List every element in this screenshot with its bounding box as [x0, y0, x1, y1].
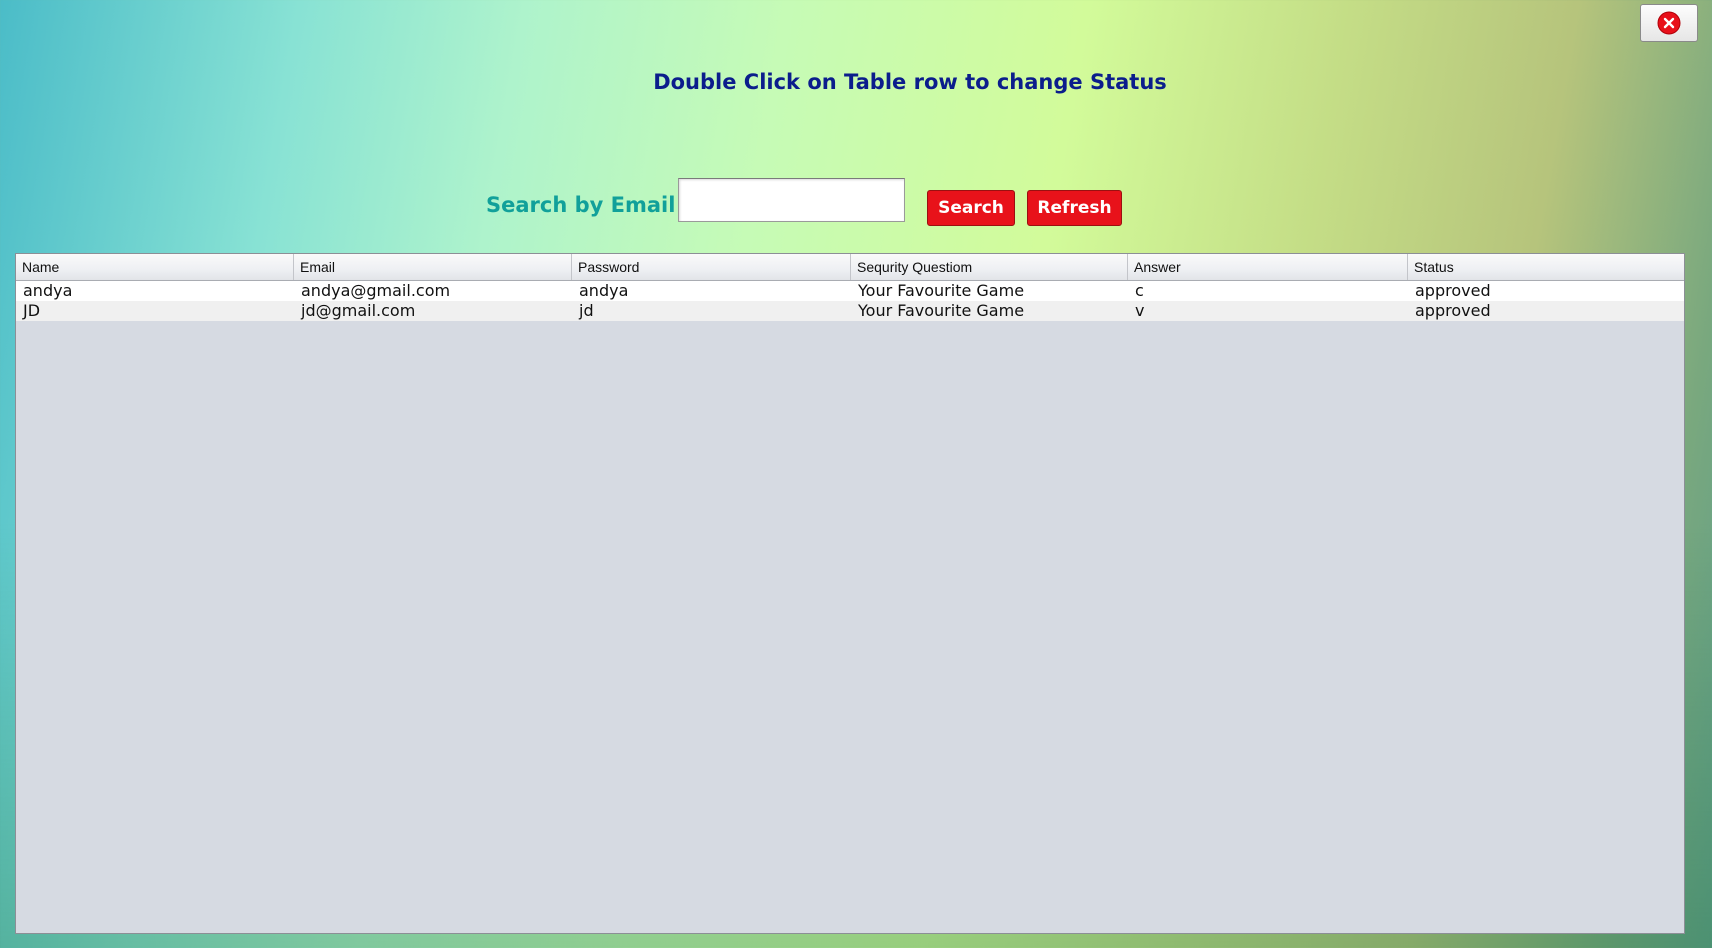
- cell-security-question: Your Favourite Game: [858, 281, 1025, 300]
- cell-email: jd@gmail.com: [301, 301, 416, 320]
- cell-password: jd: [579, 301, 594, 320]
- column-header-password[interactable]: Password: [572, 254, 851, 280]
- cell-answer: v: [1135, 301, 1145, 320]
- cell-status: approved: [1415, 281, 1491, 300]
- users-table[interactable]: Name Email Password Sequrity Questiom An…: [15, 253, 1685, 934]
- column-header-email[interactable]: Email: [294, 254, 572, 280]
- cell-security-question: Your Favourite Game: [858, 301, 1025, 320]
- cell-answer: c: [1135, 281, 1144, 300]
- table-row[interactable]: JD jd@gmail.com jd Your Favourite Game v…: [16, 301, 1684, 321]
- column-header-security-question[interactable]: Sequrity Questiom: [851, 254, 1128, 280]
- cell-email: andya@gmail.com: [301, 281, 451, 300]
- close-icon: [1657, 11, 1681, 35]
- table-row[interactable]: andya andya@gmail.com andya Your Favouri…: [16, 281, 1684, 301]
- cell-password: andya: [579, 281, 629, 300]
- search-by-email-label: Search by Email: [486, 193, 676, 217]
- cell-name: andya: [23, 281, 73, 300]
- email-search-input[interactable]: [678, 178, 905, 222]
- page-title: Double Click on Table row to change Stat…: [653, 70, 1167, 94]
- column-header-name[interactable]: Name: [16, 254, 294, 280]
- column-header-answer[interactable]: Answer: [1128, 254, 1408, 280]
- cell-name: JD: [23, 301, 41, 320]
- search-button[interactable]: Search: [927, 190, 1015, 226]
- cell-status: approved: [1415, 301, 1491, 320]
- close-button[interactable]: [1640, 4, 1698, 42]
- refresh-button[interactable]: Refresh: [1027, 190, 1122, 226]
- column-header-status[interactable]: Status: [1408, 254, 1684, 280]
- table-header: Name Email Password Sequrity Questiom An…: [16, 254, 1684, 281]
